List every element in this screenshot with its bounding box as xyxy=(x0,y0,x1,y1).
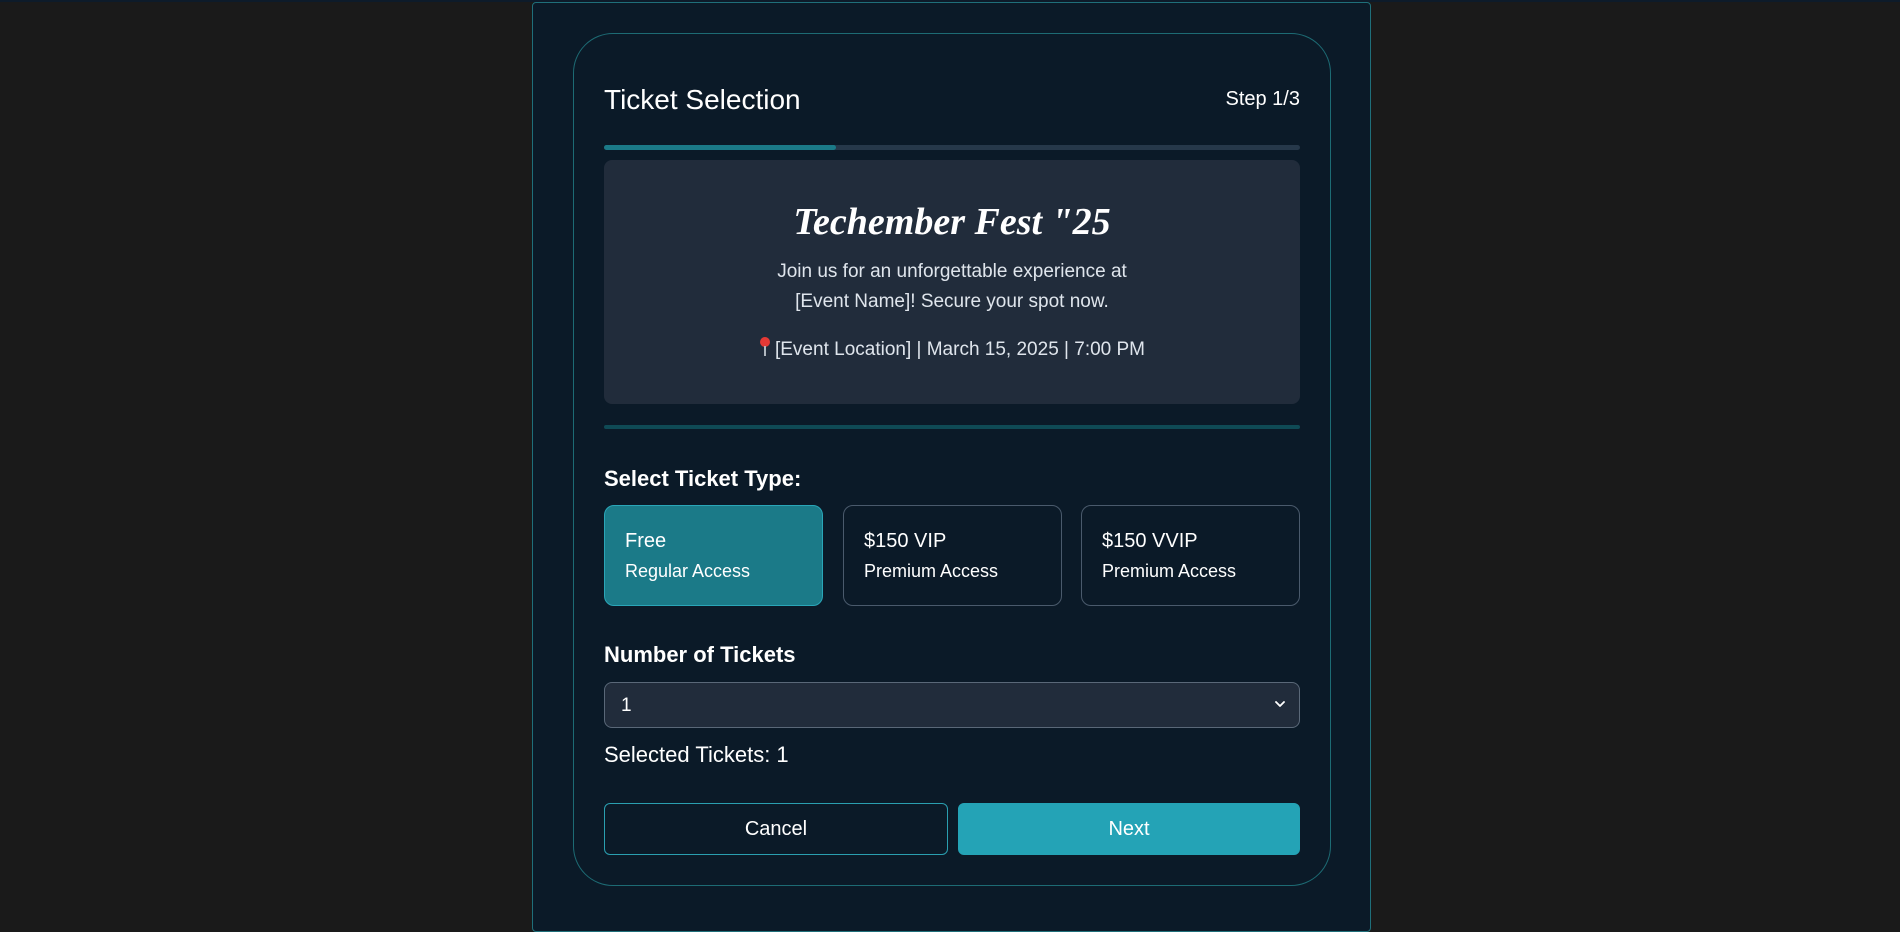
selected-tickets-text: Selected Tickets: 1 xyxy=(604,742,789,767)
page-title: Ticket Selection xyxy=(604,84,801,115)
event-description-line-1: Join us for an unforgettable experience … xyxy=(777,261,1127,282)
step-indicator: Step 1/3 xyxy=(1225,88,1300,110)
chevron-down-icon xyxy=(1275,701,1285,707)
progress-fill xyxy=(604,145,836,150)
event-meta: [Event Location] | March 15, 2025 | 7:00… xyxy=(604,337,1300,361)
ticket-count-label: Number of Tickets xyxy=(604,642,796,667)
ticket-type-label: Select Ticket Type: xyxy=(604,466,802,491)
event-description: Join us for an unforgettable experience … xyxy=(604,257,1300,317)
ticket-price: $150 VIP xyxy=(864,530,947,552)
select-value: 1 xyxy=(621,695,632,716)
ticket-access: Regular Access xyxy=(625,561,751,581)
event-meta-text: [Event Location] | March 15, 2025 | 7:00… xyxy=(774,339,1146,360)
ticket-access: Premium Access xyxy=(864,561,999,581)
event-description-line-2: [Event Name]! Secure your spot now. xyxy=(795,291,1109,312)
ticket-count-select[interactable]: 1 xyxy=(604,682,1300,728)
pin-icon xyxy=(759,337,771,357)
progress-bar xyxy=(604,145,1300,150)
event-info-panel: Techember Fest "25 Join us for an unforg… xyxy=(604,160,1300,404)
cancel-button[interactable]: Cancel xyxy=(604,803,948,855)
ticket-price: $150 VVIP xyxy=(1102,530,1198,552)
ticket-price: Free xyxy=(625,530,667,552)
ticket-option-vip[interactable]: $150 VIP Premium Access xyxy=(843,505,1062,606)
divider xyxy=(604,425,1300,429)
next-button[interactable]: Next xyxy=(958,803,1300,855)
ticket-access: Premium Access xyxy=(1102,561,1237,581)
ticket-option-vvip[interactable]: $150 VVIP Premium Access xyxy=(1081,505,1300,606)
ticket-option-free[interactable]: Free Regular Access xyxy=(604,505,823,606)
event-title: Techember Fest "25 xyxy=(793,201,1111,243)
